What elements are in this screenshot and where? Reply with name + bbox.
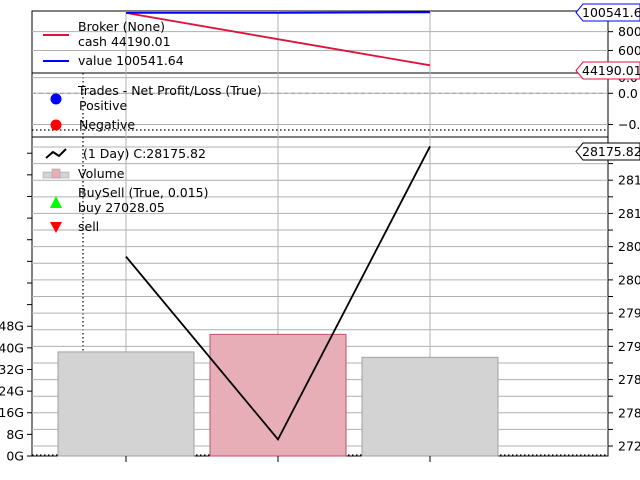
price-y-tick-label: 280 — [618, 272, 640, 287]
backtest-chart: 6008000.00.0−0.2722782782792792802802812… — [0, 0, 640, 480]
cash-last-label: 44190.01 — [582, 63, 640, 78]
close-last-label: 28175.82 — [582, 144, 640, 159]
cash-last-callout: 44190.01 — [575, 61, 640, 80]
value-last-label: 100541.6 — [582, 5, 640, 20]
close-legend-label: (1 Day) C:28175.82 — [83, 146, 206, 161]
price-y-tick-label: 278 — [618, 405, 640, 420]
buysell-legend-title: BuySell (True, 0.015) — [78, 185, 208, 200]
price-y-tick-label: 279 — [618, 306, 640, 321]
volume-legend-label: Volume — [78, 166, 125, 181]
trades-y-tick-label: 0.0 — [618, 86, 638, 101]
price-y-tick-label: 278 — [618, 372, 640, 387]
sell-legend-marker — [50, 222, 62, 233]
price-y-tick-label: 281 — [618, 206, 640, 221]
volume-bar — [57, 351, 195, 457]
positive-legend-label: Positive — [79, 98, 127, 113]
volume-y-tick-label: 32G — [0, 362, 24, 377]
volume-y-tick-label: 16G — [0, 405, 24, 420]
trades-y-tick-label: −0. — [618, 117, 640, 132]
buy-legend-marker — [50, 196, 62, 208]
value-line — [126, 11, 431, 14]
sell-legend-label: sell — [78, 219, 99, 234]
value-legend-label: value 100541.64 — [78, 53, 184, 68]
price-y-tick-label: 272 — [618, 439, 640, 454]
negative-legend-label: Negative — [79, 117, 135, 132]
volume-y-tick-label: 40G — [0, 340, 24, 355]
volume-y-tick-label: 24G — [0, 384, 24, 399]
volume-bar — [361, 356, 499, 457]
cash-legend-label: cash 44190.01 — [78, 34, 171, 49]
negative-legend-marker — [50, 119, 62, 131]
positive-legend-marker — [50, 93, 62, 105]
volume-y-tick-label: 8G — [6, 427, 24, 442]
volume-legend-swatch-accent — [51, 168, 61, 179]
volume-y-tick-label: 48G — [0, 319, 24, 334]
close-legend-swatch — [45, 148, 67, 159]
chart-canvas: 6008000.00.0−0.2722782782792792802802812… — [0, 3, 640, 464]
trades-legend-title: Trades - Net Profit/Loss (True) — [77, 83, 262, 98]
price-y-tick-label: 281 — [618, 173, 640, 188]
price-y-tick-label: 279 — [618, 339, 640, 354]
price-y-tick-label: 280 — [618, 239, 640, 254]
close-last-callout: 28175.82 — [575, 142, 640, 161]
value-last-callout: 100541.6 — [575, 3, 640, 22]
buy-legend-label: buy 27028.05 — [78, 200, 165, 215]
broker-y-tick-label: 800 — [618, 24, 640, 39]
broker-legend-title: Broker (None) — [78, 19, 165, 34]
volume-y-tick-label: 0G — [6, 449, 24, 464]
broker-legend: Broker (None) cash 44190.01 value 100541… — [43, 19, 184, 68]
broker-y-tick-label: 600 — [618, 43, 640, 58]
